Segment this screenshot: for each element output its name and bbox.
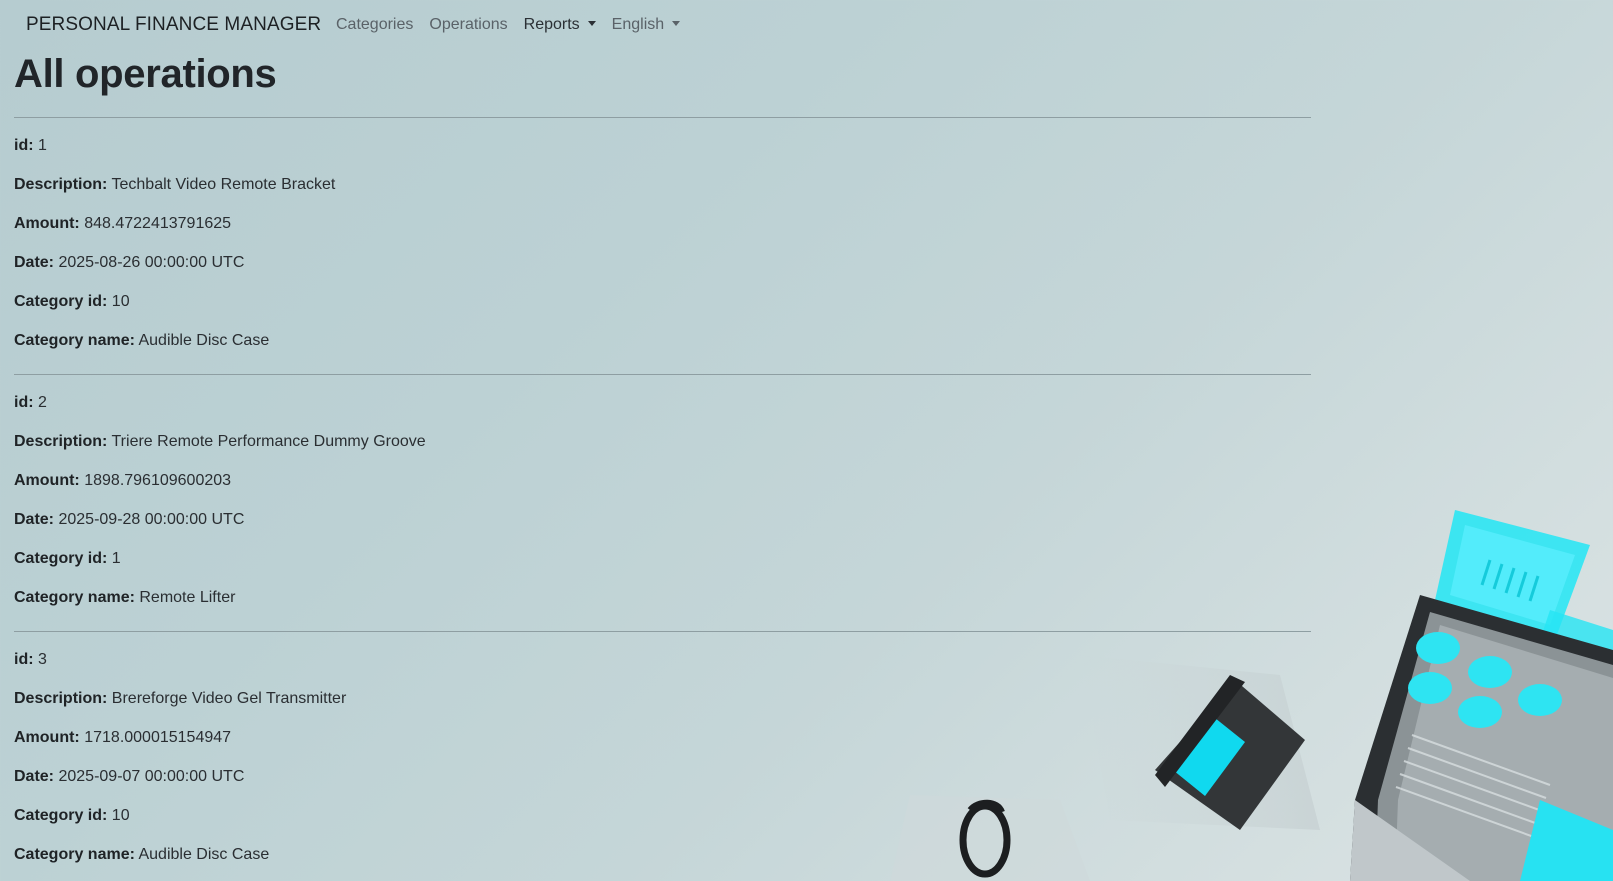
date-label: Date: [14,768,55,785]
amount-value: 1718.000015154947 [84,729,232,746]
nav-reports-label: Reports [523,16,580,33]
category-name-label: Category name: [14,589,135,606]
operation-item: id: 3 Description: Brereforge Video Gel … [14,631,1311,881]
operation-description: Description: Triere Remote Performance D… [14,432,426,452]
description-label: Description: [14,690,108,707]
nav-language-label: English [611,16,665,33]
date-label: Date: [14,511,55,528]
category-id-label: Category id: [14,807,108,824]
amount-label: Amount: [14,215,80,232]
operation-category-name: Category name: Audible Disc Case [14,331,269,351]
description-label: Description: [14,176,108,193]
date-value: 2025-09-28 00:00:00 UTC [58,511,245,528]
category-name-value: Audible Disc Case [138,846,270,863]
operation-category-name: Category name: Remote Lifter [14,588,235,608]
nav-links: Categories Operations Reports English [336,16,696,34]
operation-category-id: Category id: 1 [14,549,121,569]
operation-id: id: 3 [14,650,47,670]
operation-description: Description: Brereforge Video Gel Transm… [14,689,346,709]
laptop-icon [1350,595,1613,881]
category-name-label: Category name: [14,846,135,863]
id-value: 2 [38,394,47,411]
operations-list: id: 1 Description: Techbalt Video Remote… [14,117,1311,881]
category-id-label: Category id: [14,550,108,567]
floating-screen-icon [1435,510,1613,665]
nav-categories-link[interactable]: Categories [336,16,413,34]
operation-date: Date: 2025-09-07 00:00:00 UTC [14,767,244,787]
id-value: 1 [38,137,47,154]
operation-amount: Amount: 1718.000015154947 [14,728,231,748]
operation-item: id: 2 Description: Triere Remote Perform… [14,374,1311,631]
amount-label: Amount: [14,729,80,746]
description-value: Techbalt Video Remote Bracket [111,176,336,193]
operation-description: Description: Techbalt Video Remote Brack… [14,175,335,195]
operation-date: Date: 2025-09-28 00:00:00 UTC [14,510,244,530]
chevron-down-icon [587,21,596,26]
description-label: Description: [14,433,108,450]
id-label: id: [14,137,34,154]
nav-reports-dropdown[interactable]: Reports [524,16,596,34]
operation-id: id: 1 [14,136,47,156]
operation-amount: Amount: 848.4722413791625 [14,214,231,234]
category-id-label: Category id: [14,293,108,310]
nav-operations-link[interactable]: Operations [429,16,507,34]
nav-language-dropdown[interactable]: English [611,16,681,34]
category-id-value: 10 [111,807,130,824]
amount-value: 848.4722413791625 [84,215,232,232]
description-value: Triere Remote Performance Dummy Groove [111,433,426,450]
id-label: id: [14,394,34,411]
navbar: PERSONAL FINANCE MANAGER Categories Oper… [0,0,1613,52]
date-label: Date: [14,254,55,271]
description-value: Brereforge Video Gel Transmitter [111,690,347,707]
category-name-label: Category name: [14,332,135,349]
date-value: 2025-09-07 00:00:00 UTC [58,768,245,785]
date-value: 2025-08-26 00:00:00 UTC [58,254,245,271]
operation-amount: Amount: 1898.796109600203 [14,471,231,491]
category-id-value: 10 [111,293,130,310]
id-label: id: [14,651,34,668]
chevron-down-icon [672,21,681,26]
page-title: All operations [14,52,277,96]
operation-date: Date: 2025-08-26 00:00:00 UTC [14,253,244,273]
amount-label: Amount: [14,472,80,489]
operation-category-id: Category id: 10 [14,806,130,826]
category-id-value: 1 [111,550,121,567]
operation-id: id: 2 [14,393,47,413]
operation-category-name: Category name: Audible Disc Case [14,845,269,865]
brand-link[interactable]: PERSONAL FINANCE MANAGER [26,14,321,36]
id-value: 3 [38,651,47,668]
operation-category-id: Category id: 10 [14,292,130,312]
operation-item: id: 1 Description: Techbalt Video Remote… [14,117,1311,374]
amount-value: 1898.796109600203 [84,472,232,489]
category-name-value: Remote Lifter [139,589,236,606]
category-name-value: Audible Disc Case [138,332,270,349]
